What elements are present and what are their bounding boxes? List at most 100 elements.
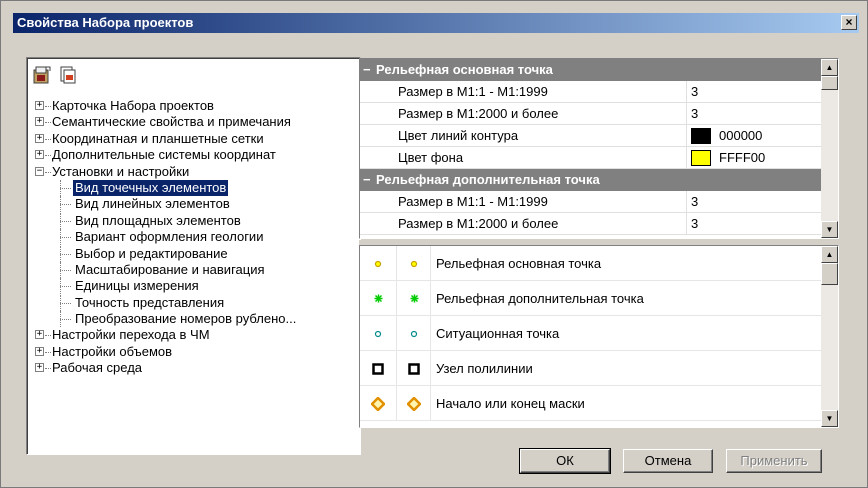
- expand-icon[interactable]: +: [35, 101, 44, 110]
- symbol-row[interactable]: Рельефная дополнительная точка: [360, 281, 838, 316]
- scroll-down-button[interactable]: ▼: [821, 410, 838, 427]
- tree-item[interactable]: Выбор и редактирование: [33, 245, 356, 262]
- property-row[interactable]: Цвет линий контура 000000: [360, 125, 838, 147]
- tree-item[interactable]: + Дополнительные системы координат: [33, 147, 356, 163]
- apply-button[interactable]: Применить: [726, 449, 822, 473]
- property-grid-scrollbar[interactable]: ▲ ▼: [821, 59, 838, 238]
- property-name: Размер в М1:2000 и более: [398, 106, 559, 121]
- symbol-preview-content: Рельефная основная точка Рельефная дополн…: [360, 246, 838, 421]
- diamond-orange-icon: [368, 386, 388, 421]
- property-group-header[interactable]: − Рельефная основная точка: [360, 59, 838, 81]
- property-value-text: 000000: [719, 128, 763, 143]
- project-save-icon[interactable]: [33, 66, 51, 84]
- tree-item[interactable]: Вид линейных элементов: [33, 196, 356, 213]
- property-value[interactable]: 3: [686, 213, 826, 235]
- collapse-icon[interactable]: −: [363, 59, 371, 81]
- property-value-text: 3: [691, 84, 699, 99]
- tree-item-label: Преобразование номеров рублено...: [75, 311, 297, 327]
- tree-item[interactable]: + Семантические свойства и примечания: [33, 114, 356, 130]
- tree-item-label: Вариант оформления геологии: [75, 229, 264, 245]
- column-divider: [396, 246, 397, 281]
- tree-item[interactable]: Вид площадных элементов: [33, 212, 356, 229]
- tree-item[interactable]: Масштабирование и навигация: [33, 261, 356, 278]
- expand-icon[interactable]: +: [35, 346, 44, 356]
- tree-item-label: Настройки объемов: [52, 343, 173, 359]
- scroll-up-button[interactable]: ▲: [821, 246, 838, 263]
- scroll-thumb[interactable]: [821, 76, 838, 90]
- tree-connector: [60, 253, 71, 255]
- scroll-thumb[interactable]: [821, 263, 838, 285]
- symbol-preview-list: Рельефная основная точка Рельефная дополн…: [359, 245, 839, 428]
- property-group-header[interactable]: − Рельефная дополнительная точка: [360, 169, 838, 191]
- close-button[interactable]: ×: [841, 15, 857, 30]
- tree-connector: [45, 155, 51, 157]
- tree-item[interactable]: + Координатная и планшетные сетки: [33, 131, 356, 147]
- tree-item[interactable]: + Настройки объемов: [33, 344, 356, 360]
- tree-item[interactable]: Точность представления: [33, 294, 356, 311]
- tree-item[interactable]: + Настройки перехода в ЧМ: [33, 327, 356, 343]
- symbol-row[interactable]: Ситуационная точка: [360, 316, 838, 351]
- property-row[interactable]: Размер в М1:2000 и более 3: [360, 103, 838, 125]
- symbol-list-scrollbar[interactable]: ▲ ▼: [821, 246, 838, 427]
- tree-item[interactable]: Вид точечных элементов: [33, 178, 356, 197]
- asterisk-green-icon: [404, 281, 424, 316]
- property-value[interactable]: 000000: [686, 125, 826, 147]
- property-value[interactable]: FFFF00: [686, 147, 826, 169]
- property-name: Цвет фона: [398, 150, 464, 165]
- symbol-row[interactable]: Узел полилинии: [360, 351, 838, 386]
- cancel-button[interactable]: Отмена: [623, 449, 713, 473]
- property-value[interactable]: 3: [686, 81, 826, 103]
- diamond-orange-icon: [404, 386, 424, 421]
- expand-icon[interactable]: +: [35, 117, 44, 127]
- scroll-down-button[interactable]: ▼: [821, 221, 838, 238]
- tree-item[interactable]: Вариант оформления геологии: [33, 229, 356, 246]
- expand-icon[interactable]: +: [35, 330, 44, 340]
- symbol-label: Узел полилинии: [436, 361, 533, 376]
- tree-item-label: Масштабирование и навигация: [75, 261, 265, 277]
- property-value-text: 3: [691, 216, 699, 231]
- tree-item-label: Вид линейных элементов: [75, 196, 230, 212]
- color-swatch[interactable]: [691, 150, 711, 166]
- property-value-text: 3: [691, 106, 699, 121]
- tree-connector: [45, 335, 51, 337]
- column-divider: [396, 351, 397, 386]
- expand-icon[interactable]: +: [35, 363, 44, 373]
- tree-item[interactable]: + Рабочая среда: [33, 360, 356, 376]
- settings-tree: + Карточка Набора проектов + Семантические …: [33, 98, 356, 377]
- expand-icon[interactable]: +: [35, 133, 44, 143]
- collapse-icon[interactable]: −: [363, 169, 371, 191]
- property-value-text: 3: [691, 194, 699, 209]
- expand-icon[interactable]: +: [35, 150, 44, 160]
- column-divider: [430, 246, 431, 281]
- property-group-title: Рельефная основная точка: [376, 62, 553, 77]
- property-value[interactable]: 3: [686, 191, 826, 213]
- property-grid-content: − Рельефная основная точка Размер в М1:1 -…: [360, 59, 838, 235]
- property-row[interactable]: Размер в М1:2000 и более 3: [360, 213, 838, 235]
- tree-connector: [45, 138, 51, 140]
- symbol-row[interactable]: Рельефная основная точка: [360, 246, 838, 281]
- ok-button[interactable]: ОК: [519, 448, 611, 474]
- symbol-row[interactable]: Начало или конец маски: [360, 386, 838, 421]
- tree-item-label: Вид площадных элементов: [75, 212, 241, 228]
- tree-item-label: Единицы измерения: [75, 278, 199, 294]
- tree-connector: [45, 122, 51, 124]
- tree-item[interactable]: + Карточка Набора проектов: [33, 98, 356, 114]
- dot-teal-icon: [404, 316, 424, 351]
- tree-item[interactable]: − Установки и настройки: [33, 164, 356, 180]
- tree-toolbar: [33, 66, 81, 88]
- tree-item[interactable]: Преобразование номеров рублено...: [33, 311, 356, 328]
- property-row[interactable]: Цвет фона FFFF00: [360, 147, 838, 169]
- color-swatch[interactable]: [691, 128, 711, 144]
- tree-item-label: Карточка Набора проектов: [52, 98, 214, 113]
- tree-connector: [60, 286, 71, 288]
- tree-item[interactable]: Единицы измерения: [33, 278, 356, 295]
- property-row[interactable]: Размер в М1:1 - М1:1999 3: [360, 81, 838, 103]
- property-name: Цвет линий контура: [398, 128, 519, 143]
- property-value[interactable]: 3: [686, 103, 826, 125]
- project-copy-icon[interactable]: [59, 66, 77, 84]
- symbol-label: Начало или конец маски: [436, 396, 585, 411]
- property-row[interactable]: Размер в М1:1 - М1:1999 3: [360, 191, 838, 213]
- collapse-icon[interactable]: −: [35, 166, 44, 176]
- scroll-up-button[interactable]: ▲: [821, 59, 838, 76]
- asterisk-green-icon: [368, 281, 388, 316]
